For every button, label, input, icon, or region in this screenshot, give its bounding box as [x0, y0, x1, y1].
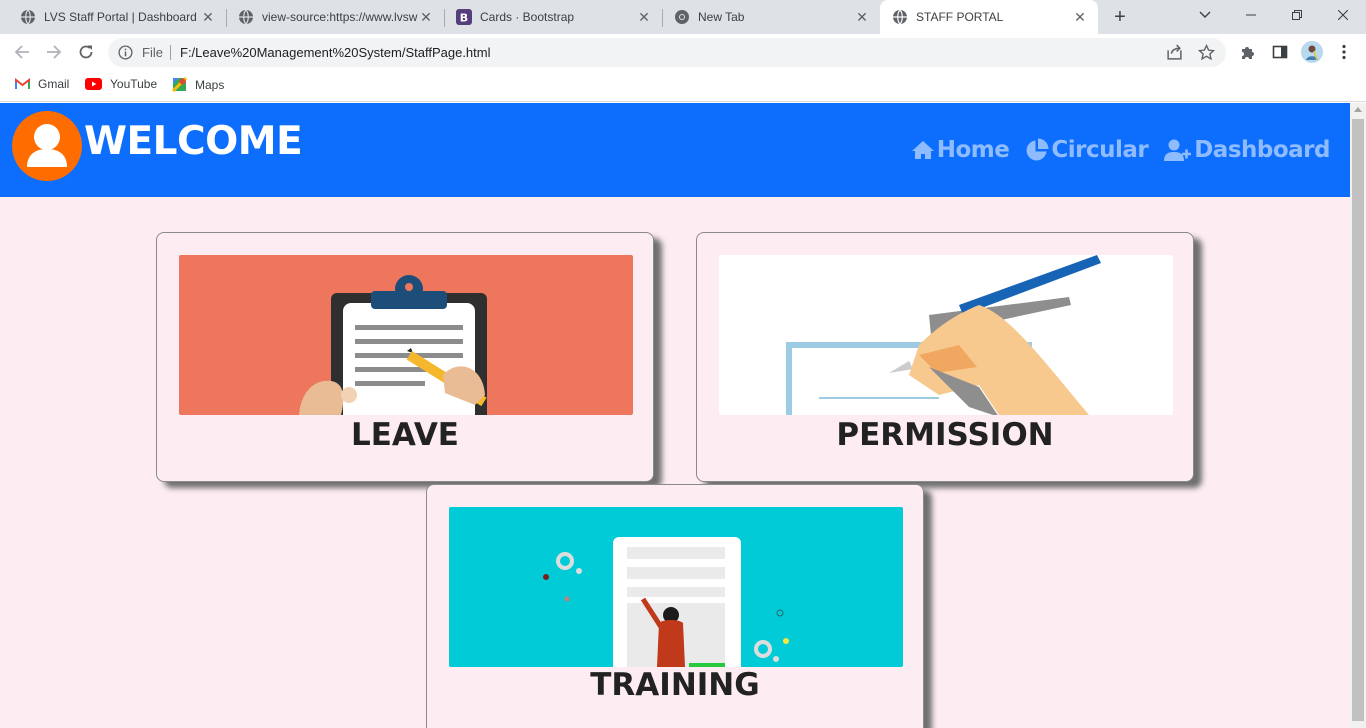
svg-text:B: B: [460, 12, 468, 25]
bookmark-gmail[interactable]: Gmail: [15, 77, 69, 91]
page-viewport: WELCOME Home Circular Dashboard LEAVE PE…: [0, 103, 1350, 728]
close-icon[interactable]: ✕: [200, 9, 216, 26]
minimize-icon: [1246, 14, 1256, 16]
close-window-button[interactable]: [1320, 0, 1366, 30]
close-icon[interactable]: ✕: [854, 9, 870, 26]
nav-link-label: Dashboard: [1194, 137, 1330, 163]
nav-link-label: Circular: [1051, 137, 1149, 163]
forward-button[interactable]: [42, 40, 66, 64]
card-title: PERMISSION: [836, 417, 1054, 453]
browser-tab[interactable]: view-source:https://www.lvsw ✕: [218, 0, 444, 34]
browser-tab[interactable]: New Tab ✕: [654, 0, 880, 34]
leave-card[interactable]: LEAVE: [156, 232, 654, 482]
youtube-icon: [85, 78, 102, 90]
arrow-left-icon: [14, 45, 29, 59]
globe-icon: [239, 9, 253, 25]
bookmark-label: YouTube: [110, 77, 158, 91]
extensions-button[interactable]: [1238, 42, 1258, 62]
globe-icon: [21, 9, 35, 25]
nav-link-home[interactable]: Home: [911, 137, 1010, 163]
chevron-down-icon: [1199, 11, 1211, 18]
tab-strip: LVS Staff Portal | Dashboard ✕ view-sour…: [0, 0, 1366, 34]
side-panel-button[interactable]: [1270, 42, 1290, 62]
gmail-icon: [15, 78, 30, 89]
pie-chart-icon: [1026, 138, 1049, 161]
minimize-button[interactable]: [1228, 0, 1274, 30]
tab-title: LVS Staff Portal | Dashboard: [44, 10, 197, 24]
side-panel-icon: [1272, 45, 1288, 59]
tab-title: STAFF PORTAL: [916, 10, 1004, 24]
avatar-icon: [1301, 41, 1323, 63]
bookmark-maps[interactable]: Maps: [172, 77, 224, 92]
close-icon[interactable]: ✕: [418, 9, 434, 26]
url-text[interactable]: F:/Leave%20Management%20System/StaffPage…: [180, 45, 491, 60]
browser-toolbar: File F:/Leave%20Management%20System/Staf…: [0, 34, 1366, 71]
clipboard-illustration: [179, 255, 633, 415]
close-icon: [1338, 10, 1348, 20]
puzzle-icon: [1242, 47, 1254, 59]
presentation-illustration: [449, 507, 903, 667]
writing-hand-illustration: [719, 255, 1173, 415]
address-bar[interactable]: File F:/Leave%20Management%20System/Staf…: [108, 38, 1226, 67]
user-avatar[interactable]: [12, 111, 82, 181]
nav-link-dashboard[interactable]: Dashboard: [1164, 137, 1330, 163]
arrow-right-icon: [47, 45, 62, 59]
bookmark-youtube[interactable]: YouTube: [85, 77, 157, 91]
bookmark-label: Maps: [195, 77, 225, 92]
user-icon: [27, 124, 67, 167]
brand-title: WELCOME: [84, 119, 303, 164]
share-icon[interactable]: [1166, 44, 1183, 61]
new-tab-button[interactable]: +: [1108, 5, 1132, 29]
browser-tab[interactable]: B Cards · Bootstrap ✕: [436, 0, 662, 34]
card-title: LEAVE: [351, 417, 459, 453]
scrollbar-thumb[interactable]: [1352, 119, 1364, 721]
browser-tab[interactable]: LVS Staff Portal | Dashboard ✕: [0, 0, 226, 34]
home-icon: [911, 141, 934, 159]
permission-card[interactable]: PERMISSION: [696, 232, 1194, 482]
chrome-icon: [675, 10, 689, 24]
reload-icon: [79, 45, 93, 59]
info-icon[interactable]: [118, 45, 133, 60]
maps-icon: [172, 77, 187, 92]
scheme-label: File: [142, 45, 163, 60]
nav-link-label: Home: [936, 137, 1010, 163]
more-vert-icon: [1342, 44, 1346, 60]
star-icon[interactable]: [1198, 44, 1215, 61]
profile-button[interactable]: [1301, 41, 1323, 63]
tab-title: view-source:https://www.lvsw: [262, 10, 418, 24]
close-icon[interactable]: ✕: [1072, 9, 1088, 26]
nav-link-circular[interactable]: Circular: [1025, 137, 1149, 163]
restore-icon: [1292, 10, 1302, 20]
tab-title: Cards · Bootstrap: [480, 10, 575, 24]
browser-tab-active[interactable]: STAFF PORTAL ✕: [880, 0, 1098, 34]
bootstrap-icon: B: [456, 9, 472, 25]
close-icon[interactable]: ✕: [636, 9, 652, 26]
card-title: TRAINING: [590, 667, 760, 703]
tab-search-button[interactable]: [1182, 0, 1228, 30]
restore-button[interactable]: [1274, 0, 1320, 30]
tab-title: New Tab: [698, 10, 745, 24]
back-button[interactable]: [10, 40, 34, 64]
globe-icon: [893, 9, 907, 25]
user-plus-icon: [1164, 139, 1192, 161]
navbar: WELCOME Home Circular Dashboard: [0, 103, 1350, 197]
training-card[interactable]: TRAINING: [426, 484, 924, 728]
scroll-up-arrow-icon[interactable]: [1354, 107, 1362, 112]
reload-button[interactable]: [74, 40, 98, 64]
divider: [170, 45, 171, 60]
bookmarks-bar: Gmail YouTube Maps: [0, 71, 1366, 102]
nav-links: Home Circular Dashboard: [895, 137, 1330, 163]
menu-button[interactable]: [1334, 42, 1354, 62]
bookmark-label: Gmail: [38, 77, 70, 91]
scrollbar[interactable]: [1350, 103, 1366, 728]
